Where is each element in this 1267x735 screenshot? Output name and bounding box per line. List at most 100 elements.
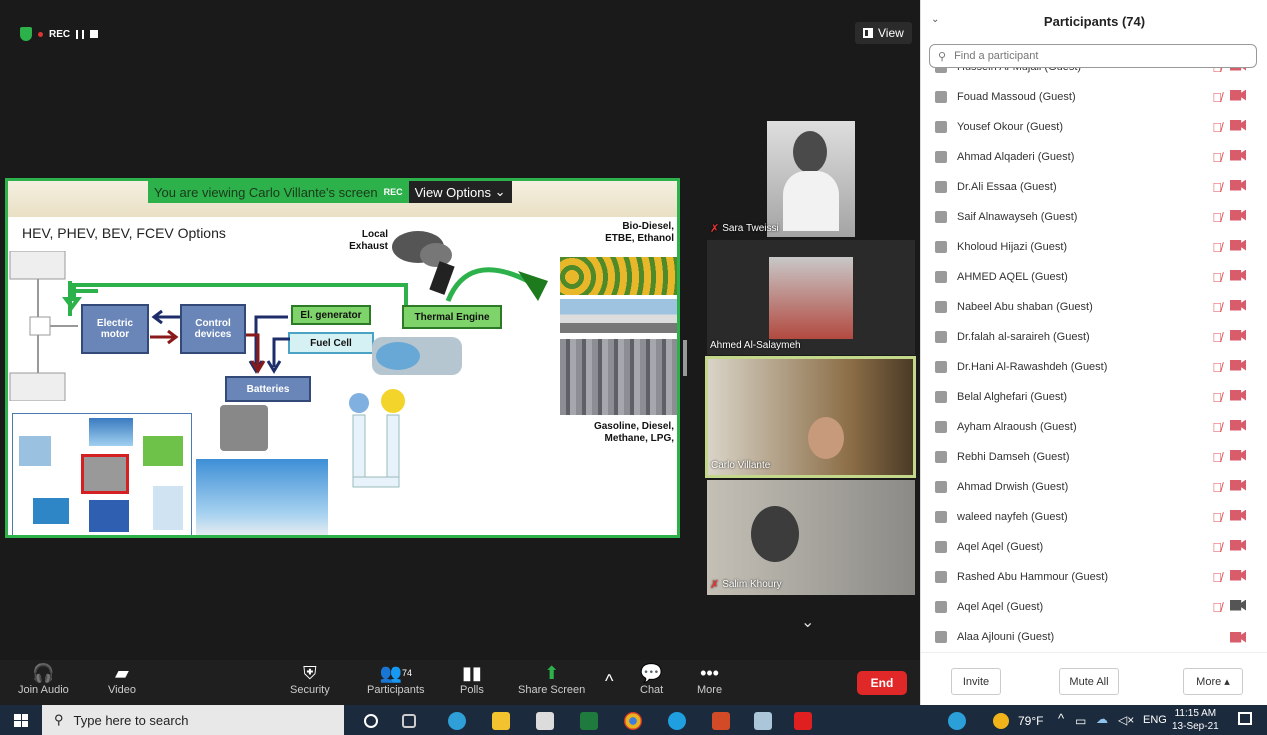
file-explorer-icon[interactable] [492,712,510,730]
video-off-icon[interactable] [1230,359,1246,371]
participant-row[interactable]: Nabeel Abu shaban (Guest) 🎙̸ [921,292,1267,322]
participant-row[interactable]: AHMED AQEL (Guest) 🎙̸ [921,262,1267,292]
video-off-icon[interactable] [1230,449,1246,461]
edge-icon[interactable] [448,712,466,730]
powerpoint-icon[interactable] [712,712,730,730]
pause-icon[interactable] [76,29,85,39]
participant-row[interactable]: Ayham Alraoush (Guest) 🎙̸ [921,412,1267,442]
participant-row[interactable]: Aqel Aqel (Guest) 🎙̸ [921,592,1267,622]
more-options-button[interactable]: More ▴ [1183,668,1243,695]
participant-row[interactable]: Alaa Ajlouni (Guest) [921,622,1267,650]
participant-row[interactable]: Belal Alghefari (Guest) 🎙̸ [921,382,1267,412]
chrome-icon[interactable] [624,712,642,730]
mic-muted-icon[interactable]: 🎙̸ [1212,150,1222,165]
mic-muted-icon[interactable]: 🎙̸ [1212,540,1222,555]
video-off-icon[interactable] [1230,631,1246,643]
participant-row[interactable]: Dr.Hani Al-Rawashdeh (Guest) 🎙̸ [921,352,1267,382]
video-tile-salim[interactable]: ✗ Salim Khoury [707,480,915,595]
language-indicator[interactable]: ENG [1143,714,1167,726]
participants-button[interactable]: 👥 74 Participants [367,662,424,697]
mic-muted-icon[interactable]: 🎙̸ [1212,240,1222,255]
share-screen-button[interactable]: ⬆ Share Screen [518,662,585,697]
skype-icon[interactable] [668,712,686,730]
store-icon[interactable] [536,712,554,730]
video-tile-carlo[interactable]: Carlo Villante [705,356,916,478]
video-off-icon[interactable] [1230,569,1246,581]
mic-muted-icon[interactable]: 🎙̸ [1212,120,1222,135]
chat-button[interactable]: 💬 Chat [640,662,663,697]
mic-muted-icon[interactable]: 🎙̸ [1212,90,1222,105]
pdf-reader-icon[interactable] [794,712,812,730]
mic-muted-icon[interactable]: 🎙̸ [1212,68,1222,75]
mic-muted-icon[interactable]: 🎙̸ [1212,600,1222,615]
clock[interactable]: 11:15 AM 13-Sep-21 [1172,707,1219,733]
video-off-icon[interactable] [1230,299,1246,311]
polls-button[interactable]: ▮▮ Polls [460,662,484,697]
cloud-icon[interactable]: ☁ [1096,712,1108,726]
cortana-icon[interactable] [364,714,378,728]
participant-row[interactable]: Yousef Okour (Guest) 🎙̸ [921,112,1267,142]
participant-row[interactable]: Rebhi Damseh (Guest) 🎙̸ [921,442,1267,472]
video-off-icon[interactable] [1230,68,1246,71]
stop-icon[interactable] [90,30,99,38]
mic-muted-icon[interactable]: 🎙̸ [1212,450,1222,465]
mic-muted-icon[interactable]: 🎙̸ [1212,360,1222,375]
participant-row[interactable]: Fouad Massoud (Guest) 🎙̸ [921,82,1267,112]
video-off-icon[interactable] [1230,389,1246,401]
splitter-handle[interactable] [683,340,687,376]
end-button[interactable]: End [857,671,907,695]
video-off-icon[interactable] [1230,269,1246,281]
participant-row[interactable]: Aqel Aqel (Guest) 🎙̸ [921,532,1267,562]
zoom-tray-icon[interactable] [948,712,966,730]
video-off-icon[interactable] [1230,419,1246,431]
mic-muted-icon[interactable]: 🎙̸ [1212,210,1222,225]
participant-row[interactable]: Dr.falah al-saraireh (Guest) 🎙̸ [921,322,1267,352]
mic-muted-icon[interactable]: 🎙̸ [1212,510,1222,525]
weather-sun-icon[interactable] [993,713,1009,729]
mute-all-button[interactable]: Mute All [1059,668,1119,695]
view-button[interactable]: View [855,22,912,44]
invite-button[interactable]: Invite [951,668,1001,695]
video-off-icon[interactable] [1230,239,1246,251]
shield-icon[interactable] [20,27,32,41]
participant-search-input[interactable]: ⚲ Find a participant [929,44,1257,68]
notifications-icon[interactable] [1238,712,1252,725]
chevron-down-icon[interactable]: ⌄ [801,612,814,632]
security-button[interactable]: ⛨ Security [290,662,330,697]
video-off-icon[interactable] [1230,509,1246,521]
video-off-icon[interactable] [1230,179,1246,191]
video-tile-sara[interactable] [767,121,855,237]
participant-row[interactable]: waleed nayfeh (Guest) 🎙̸ [921,502,1267,532]
video-button[interactable]: ▰ Video [108,662,136,697]
video-off-icon[interactable] [1230,329,1246,341]
mic-muted-icon[interactable]: 🎙̸ [1212,300,1222,315]
more-button[interactable]: ••• More [697,662,722,697]
excel-icon[interactable] [580,712,598,730]
mic-muted-icon[interactable]: 🎙̸ [1212,270,1222,285]
mic-muted-icon[interactable]: 🎙̸ [1212,390,1222,405]
network-icon[interactable]: ▭ [1075,714,1086,728]
speaker-icon[interactable]: ◁× [1118,713,1134,727]
taskbar-search[interactable]: ⚲ Type here to search [42,705,344,735]
video-off-icon[interactable] [1230,209,1246,221]
paint-icon[interactable] [754,712,772,730]
view-options-button[interactable]: View Options ⌄ [408,181,512,203]
participant-row[interactable]: Ahmad Drwish (Guest) 🎙̸ [921,472,1267,502]
tray-arrow-icon[interactable]: ^ [1058,711,1064,726]
share-options-caret[interactable]: ^ [605,670,613,692]
mic-muted-icon[interactable]: 🎙̸ [1212,570,1222,585]
video-camera-icon[interactable] [1230,599,1246,611]
mic-muted-icon[interactable]: 🎙̸ [1212,180,1222,195]
mic-muted-icon[interactable]: 🎙̸ [1212,330,1222,345]
video-off-icon[interactable] [1230,479,1246,491]
join-audio-button[interactable]: 🎧 Join Audio [18,662,69,697]
weather-temp[interactable]: 79°F [1018,714,1043,728]
participant-row[interactable]: Rashed Abu Hammour (Guest) 🎙̸ [921,562,1267,592]
video-off-icon[interactable] [1230,539,1246,551]
video-off-icon[interactable] [1230,89,1246,101]
mic-muted-icon[interactable]: 🎙̸ [1212,420,1222,435]
video-off-icon[interactable] [1230,149,1246,161]
video-off-icon[interactable] [1230,119,1246,131]
video-tile-ahmed[interactable]: Ahmed Al-Salaymeh [707,240,915,355]
task-view-icon[interactable] [402,714,416,728]
